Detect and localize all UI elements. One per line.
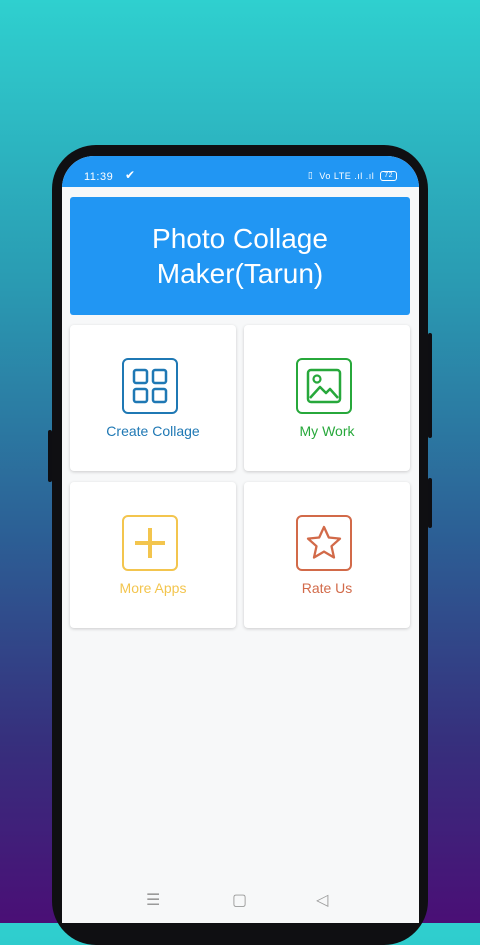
- my-work-label: My Work: [299, 423, 355, 439]
- app-title: Photo Collage Maker(Tarun): [152, 223, 328, 289]
- create-collage-button[interactable]: Create Collage: [70, 325, 236, 471]
- system-nav-bar: ☰ ▢ ◁: [62, 881, 419, 923]
- battery-icon: 72: [380, 170, 397, 181]
- app-banner: Photo Collage Maker(Tarun): [70, 197, 410, 315]
- phone-screen: 11:39 ✔ ▯ Vo LTE .ıl .ıl 72 Photo Collag…: [62, 156, 419, 923]
- more-apps-label: More Apps: [119, 580, 187, 596]
- status-right: ▯ Vo LTE .ıl .ıl 72: [308, 170, 397, 181]
- image-icon: [296, 358, 352, 414]
- download-done-icon: ✔: [125, 168, 136, 182]
- create-collage-label: Create Collage: [106, 423, 200, 439]
- nav-home-button[interactable]: ▢: [232, 890, 247, 910]
- status-bar: 11:39 ✔ ▯ Vo LTE .ıl .ıl 72: [62, 156, 419, 187]
- rate-us-button[interactable]: Rate Us: [244, 482, 410, 628]
- signal-info: Vo LTE .ıl .ıl: [319, 170, 375, 181]
- plus-icon: [122, 515, 178, 571]
- rate-us-label: Rate Us: [301, 580, 353, 596]
- phone-power-button-lower: [428, 478, 432, 528]
- nav-menu-button[interactable]: ☰: [146, 890, 160, 910]
- nav-back-button[interactable]: ◁: [316, 890, 328, 910]
- vibrate-icon: ▯: [307, 170, 314, 180]
- more-apps-button[interactable]: More Apps: [70, 482, 236, 628]
- phone-power-button-upper: [428, 333, 432, 438]
- star-icon: [296, 515, 352, 571]
- my-work-button[interactable]: My Work: [244, 325, 410, 471]
- status-time: 11:39: [84, 171, 114, 183]
- grid-icon: [122, 358, 178, 414]
